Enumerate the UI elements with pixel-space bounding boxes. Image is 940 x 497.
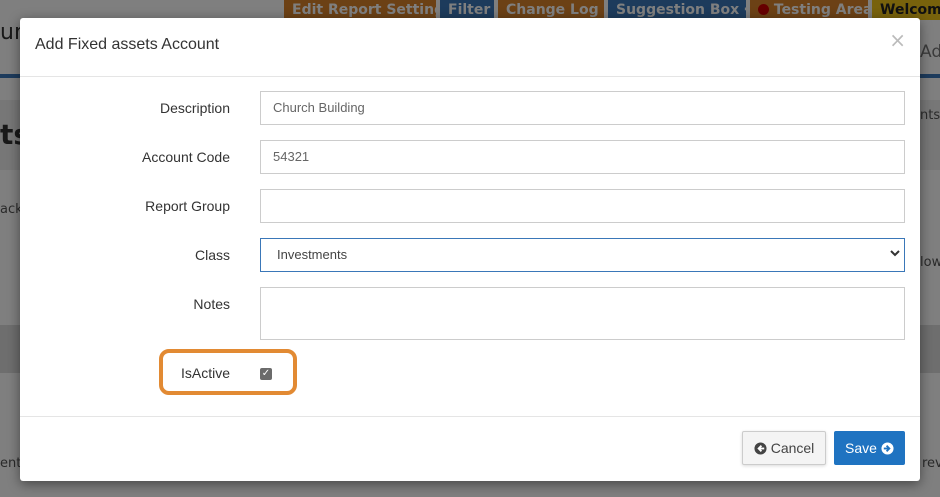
account-code-label: Account Code <box>142 149 230 165</box>
class-selected-value: Investments <box>277 247 348 262</box>
account-code-input[interactable]: 54321 <box>260 140 905 174</box>
arrow-right-circle-icon <box>881 441 894 455</box>
description-label: Description <box>159 100 230 116</box>
notes-label: Notes <box>193 296 230 312</box>
report-group-input[interactable] <box>260 189 905 223</box>
cancel-label: Cancel <box>770 440 815 456</box>
class-label: Class <box>194 247 230 263</box>
report-group-label: Report Group <box>145 198 230 214</box>
modal-footer <box>20 416 920 417</box>
save-label: Save <box>845 440 877 456</box>
close-icon[interactable]: × <box>889 30 906 50</box>
arrow-left-circle-icon <box>754 441 767 455</box>
cancel-button[interactable]: Cancel <box>742 431 826 465</box>
chevron-down-icon <box>890 250 900 257</box>
isactive-highlight-box <box>159 349 297 395</box>
notes-textarea[interactable] <box>260 287 905 340</box>
modal-header: Add Fixed assets Account × <box>20 18 920 77</box>
class-select[interactable]: Investments <box>260 238 905 272</box>
add-fixed-assets-account-dialog: Add Fixed assets Account × Description C… <box>20 18 920 481</box>
description-input[interactable]: Church Building <box>260 91 905 125</box>
modal-title: Add Fixed assets Account <box>35 36 220 53</box>
save-button[interactable]: Save <box>834 431 905 465</box>
